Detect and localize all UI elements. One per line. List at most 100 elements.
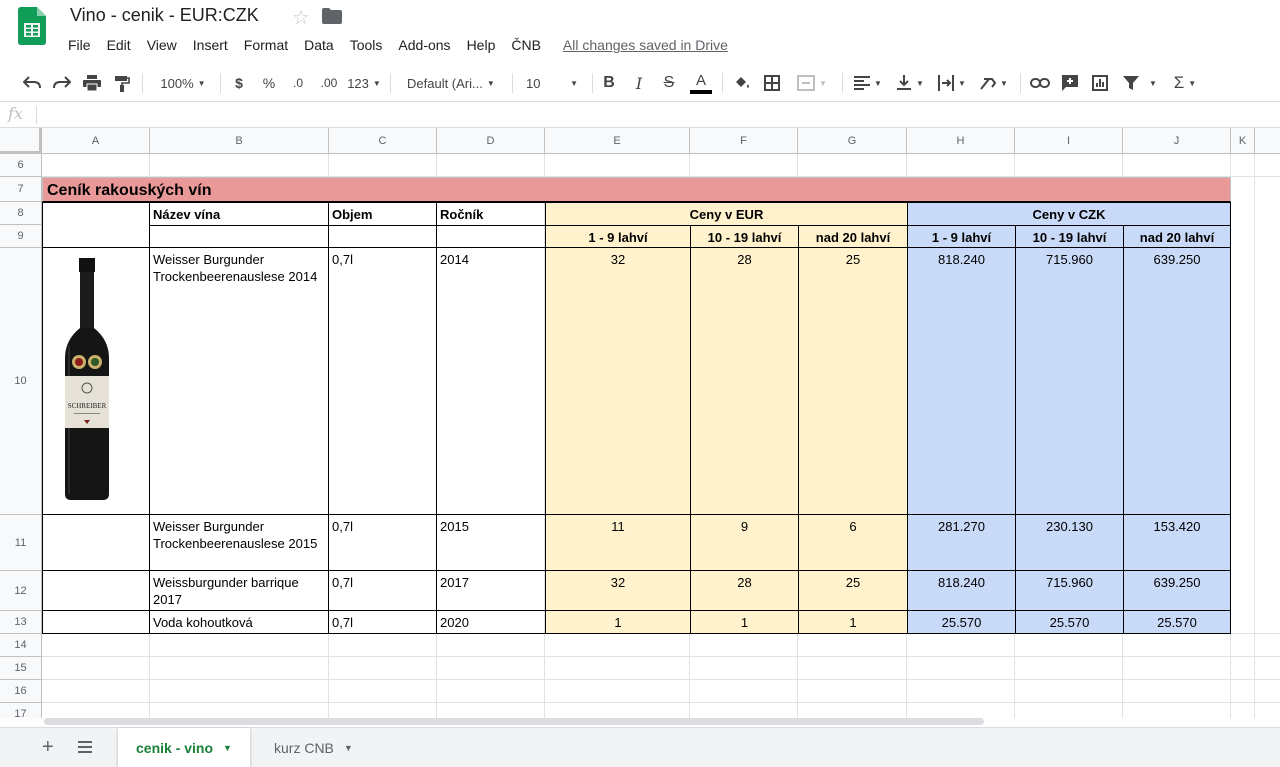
tab-dropdown-icon[interactable]: ▼: [344, 743, 353, 753]
sheet-tab-kurz-cnb[interactable]: kurz CNB ▼: [256, 728, 371, 767]
more-formats-button[interactable]: 123 ▼: [346, 70, 382, 96]
text-rotation-icon[interactable]: ▼: [976, 70, 1012, 96]
czk-price-cell[interactable]: 230.130: [1015, 514, 1124, 571]
wine-year-cell[interactable]: 2014: [436, 247, 546, 515]
menu-format[interactable]: Format: [236, 35, 296, 55]
header-eur-tier1[interactable]: 1 - 9 lahví: [545, 225, 691, 248]
header-eur-group[interactable]: Ceny v EUR: [545, 202, 908, 226]
text-color-button[interactable]: A: [688, 70, 714, 96]
wine-year-cell[interactable]: 2015: [436, 514, 546, 571]
menu-cnb[interactable]: ČNB: [503, 35, 549, 55]
eur-price-cell[interactable]: 9: [690, 514, 799, 571]
font-family-select[interactable]: Default (Ari... ▼: [398, 70, 506, 96]
czk-price-cell[interactable]: 281.270: [907, 514, 1016, 571]
cell-d9[interactable]: [436, 225, 546, 248]
row-header-10[interactable]: 10: [0, 248, 42, 515]
wine-name-cell[interactable]: Weisser Burgunder Trockenbeerenauslese 2…: [149, 247, 329, 515]
eur-price-cell[interactable]: 6: [798, 514, 908, 571]
cell-a13[interactable]: [42, 610, 150, 634]
row-header-15[interactable]: 15: [0, 657, 42, 680]
col-header-b[interactable]: B: [150, 128, 329, 154]
print-icon[interactable]: [80, 70, 104, 96]
decrease-decimal-button[interactable]: .0: [286, 70, 310, 96]
eur-price-cell[interactable]: 25: [798, 570, 908, 611]
fill-color-icon[interactable]: [730, 70, 754, 96]
wine-name-cell[interactable]: Weisser Burgunder Trockenbeerenauslese 2…: [149, 514, 329, 571]
menu-data[interactable]: Data: [296, 35, 342, 55]
menu-file[interactable]: File: [60, 35, 99, 55]
sheet-tab-cenik-vino[interactable]: cenik - vino ▼: [118, 728, 250, 767]
eur-price-cell[interactable]: 11: [545, 514, 691, 571]
header-eur-tier2[interactable]: 10 - 19 lahví: [690, 225, 799, 248]
czk-price-cell[interactable]: 25.570: [907, 610, 1016, 634]
row-header-9[interactable]: 9: [0, 225, 42, 248]
czk-price-cell[interactable]: 25.570: [1015, 610, 1124, 634]
eur-price-cell[interactable]: 32: [545, 570, 691, 611]
functions-button[interactable]: Σ ▼: [1168, 70, 1202, 96]
wine-year-cell[interactable]: 2020: [436, 610, 546, 634]
col-header-j[interactable]: J: [1123, 128, 1231, 154]
menu-insert[interactable]: Insert: [185, 35, 236, 55]
paint-format-icon[interactable]: [110, 70, 134, 96]
row-header-12[interactable]: 12: [0, 571, 42, 611]
czk-price-cell[interactable]: 639.250: [1123, 247, 1231, 515]
filter-icon[interactable]: ▼: [1118, 70, 1162, 96]
czk-price-cell[interactable]: 818.240: [907, 570, 1016, 611]
cell-c9[interactable]: [328, 225, 437, 248]
header-czk-group[interactable]: Ceny v CZK: [907, 202, 1231, 226]
col-header-e[interactable]: E: [545, 128, 690, 154]
tab-dropdown-icon[interactable]: ▼: [223, 743, 232, 753]
text-wrapping-icon[interactable]: ▼: [934, 70, 970, 96]
col-header-i[interactable]: I: [1015, 128, 1123, 154]
row-header-14[interactable]: 14: [0, 634, 42, 657]
select-all-corner[interactable]: [0, 128, 42, 154]
col-header-g[interactable]: G: [798, 128, 907, 154]
row-header-11[interactable]: 11: [0, 515, 42, 571]
menu-help[interactable]: Help: [459, 35, 504, 55]
czk-price-cell[interactable]: 153.420: [1123, 514, 1231, 571]
star-icon[interactable]: ☆: [292, 5, 310, 30]
col-header-f[interactable]: F: [690, 128, 798, 154]
strikethrough-button[interactable]: S: [658, 70, 680, 96]
folder-icon[interactable]: [322, 8, 342, 24]
row-header-13[interactable]: 13: [0, 611, 42, 634]
row-header-16[interactable]: 16: [0, 680, 42, 703]
row-header-7[interactable]: 7: [0, 177, 42, 202]
row-header-6[interactable]: 6: [0, 154, 42, 177]
vertical-align-icon[interactable]: ▼: [892, 70, 928, 96]
cell-a11[interactable]: [42, 514, 150, 571]
czk-price-cell[interactable]: 639.250: [1123, 570, 1231, 611]
italic-button[interactable]: I: [628, 70, 650, 96]
percent-format-button[interactable]: %: [258, 70, 280, 96]
row-header-8[interactable]: 8: [0, 202, 42, 225]
wine-volume-cell[interactable]: 0,7l: [328, 570, 437, 611]
wine-volume-cell[interactable]: 0,7l: [328, 610, 437, 634]
menu-tools[interactable]: Tools: [342, 35, 391, 55]
horizontal-scrollbar[interactable]: [44, 718, 984, 725]
wine-bottle-image[interactable]: SCHREIBER: [62, 258, 112, 500]
bold-button[interactable]: B: [598, 70, 620, 96]
undo-icon[interactable]: [20, 70, 44, 96]
all-sheets-menu-icon[interactable]: [78, 741, 92, 753]
wine-name-cell[interactable]: Voda kohoutková: [149, 610, 329, 634]
add-sheet-icon[interactable]: +: [42, 736, 54, 759]
header-eur-tier3[interactable]: nad 20 lahví: [798, 225, 908, 248]
save-status-link[interactable]: All changes saved in Drive: [555, 35, 736, 55]
formula-input[interactable]: [44, 105, 1264, 125]
currency-format-button[interactable]: $: [228, 70, 250, 96]
row-header-17[interactable]: 17: [0, 703, 42, 718]
redo-icon[interactable]: [50, 70, 74, 96]
cell-a8-a9[interactable]: [42, 202, 150, 248]
insert-chart-icon[interactable]: [1088, 70, 1112, 96]
col-header-a[interactable]: A: [42, 128, 150, 154]
eur-price-cell[interactable]: 1: [798, 610, 908, 634]
sheets-logo-icon[interactable]: [18, 7, 46, 45]
col-header-k[interactable]: K: [1231, 128, 1255, 154]
eur-price-cell[interactable]: 1: [690, 610, 799, 634]
insert-link-icon[interactable]: [1028, 70, 1052, 96]
zoom-select[interactable]: 100% ▼: [152, 70, 214, 96]
increase-decimal-button[interactable]: .00: [316, 70, 342, 96]
wine-name-cell[interactable]: Weissburgunder barrique 2017: [149, 570, 329, 611]
sheet-title-cell[interactable]: Ceník rakouských vín: [42, 177, 1231, 202]
cell-b9[interactable]: [149, 225, 329, 248]
